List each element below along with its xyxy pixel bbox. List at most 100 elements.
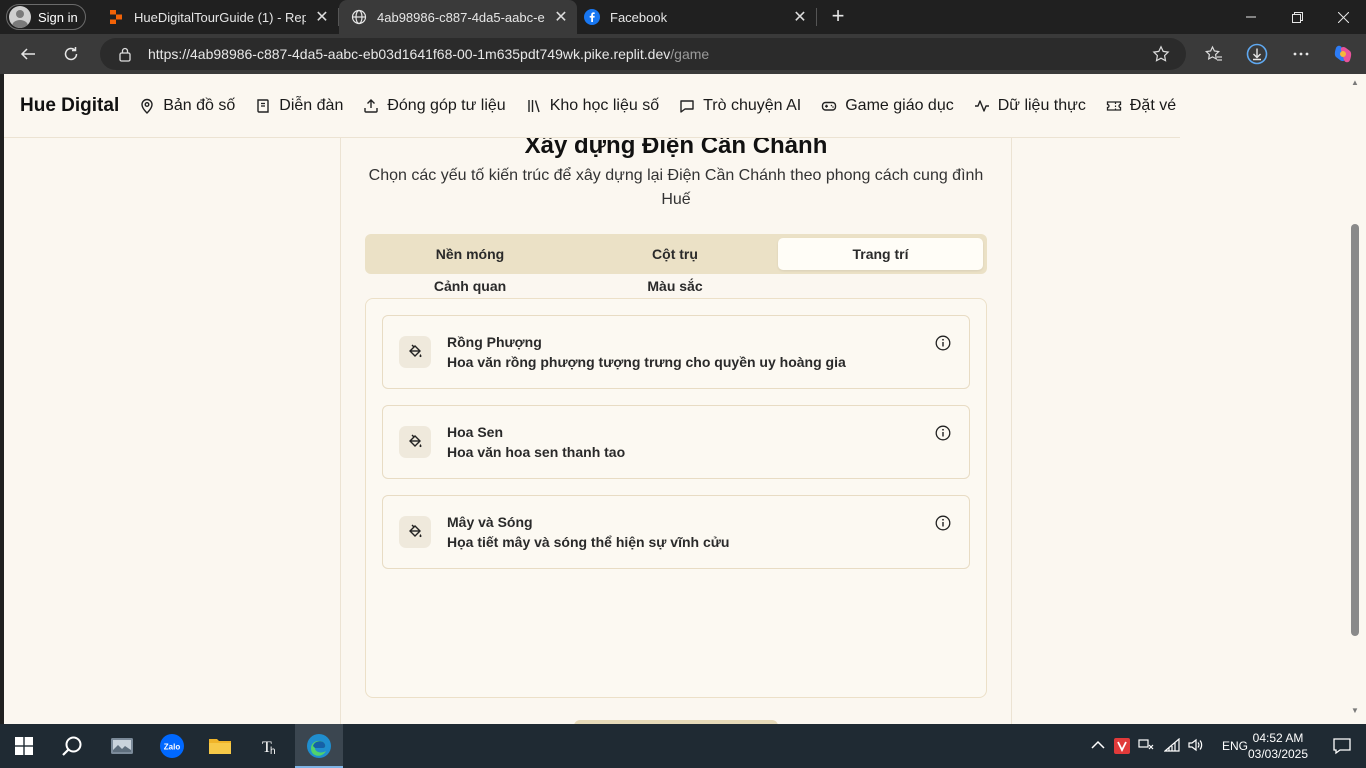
file-explorer-icon[interactable]	[196, 724, 244, 768]
new-tab-icon[interactable]: +	[826, 5, 850, 29]
clock-date: 03/03/2025	[1247, 747, 1309, 761]
close-window-icon[interactable]	[1320, 0, 1366, 34]
gamepad-icon	[822, 101, 837, 111]
svg-text:h: h	[270, 746, 276, 757]
minimize-icon[interactable]	[1228, 0, 1274, 34]
tab-divider	[816, 8, 817, 26]
clock-time: 04:52 AM	[1252, 731, 1304, 745]
close-tab-icon[interactable]: ✕	[792, 9, 808, 26]
lock-icon[interactable]	[117, 46, 133, 62]
tab-title: HueDigitalTourGuide (1) - Replit	[134, 9, 306, 25]
search-icon[interactable]	[48, 724, 96, 768]
nav-label: Dữ liệu thực	[997, 96, 1086, 114]
brand-logo[interactable]: Hue Digital	[20, 95, 119, 117]
tab-title: 4ab98986-c887-4da5-aabc-eb03d	[377, 9, 545, 25]
tab-columns[interactable]: Cột trụ	[573, 238, 777, 270]
paint-bucket-icon	[399, 336, 431, 368]
paint-bucket-icon	[399, 426, 431, 458]
favorite-star-icon[interactable]	[1148, 41, 1174, 67]
favorites-icon[interactable]	[1201, 41, 1227, 67]
game-description: Chọn các yếu tố kiến trúc để xây dựng lạ…	[368, 167, 984, 208]
category-tabs: Nền móng Cột trụ Trang trí	[365, 234, 987, 274]
info-icon[interactable]	[935, 515, 951, 531]
profile-avatar-icon	[9, 6, 31, 28]
option-hoa-sen[interactable]: Hoa Sen Hoa văn hoa sen thanh tao	[382, 405, 970, 479]
option-name: Rồng Phượng	[447, 334, 542, 350]
restore-icon[interactable]	[1274, 0, 1320, 34]
map-pin-icon	[141, 98, 153, 114]
option-name: Mây và Sóng	[447, 514, 533, 530]
library-icon	[527, 99, 540, 112]
option-description: Hoa văn rồng phượng tượng trưng cho quyề…	[447, 354, 846, 370]
tab-game[interactable]: 4ab98986-c887-4da5-aabc-eb03d ✕	[339, 0, 577, 34]
tab-foundation[interactable]: Nền móng	[369, 238, 571, 270]
tab-facebook[interactable]: Facebook ✕	[578, 0, 814, 34]
volume-icon[interactable]	[1188, 738, 1204, 755]
close-tab-icon[interactable]: ✕	[314, 9, 330, 26]
nav-item-ai-chat[interactable]: Trò chuyện AI	[679, 97, 801, 115]
tab-title: Facebook	[610, 9, 668, 25]
vietkey-icon[interactable]	[1114, 738, 1130, 754]
text-app-icon[interactable]: Th	[246, 724, 294, 768]
browser-tab-strip: Sign in HueDigitalTourGuide (1) - Replit…	[0, 0, 1366, 34]
option-rong-phuong[interactable]: Rồng Phượng Hoa văn rồng phượng tượng tr…	[382, 315, 970, 389]
nav-label: Kho học liệu số	[549, 96, 660, 114]
nav-item-live-data[interactable]: Dữ liệu thực	[974, 97, 1086, 115]
app-photos-icon[interactable]	[98, 724, 146, 768]
activity-icon	[974, 99, 989, 112]
zalo-icon[interactable]: Zalo	[148, 724, 196, 768]
ticket-icon	[1106, 100, 1122, 111]
windows-start-icon[interactable]	[0, 724, 48, 768]
refresh-icon[interactable]	[58, 41, 84, 67]
info-icon[interactable]	[935, 425, 951, 441]
nav-label: Diễn đàn	[279, 96, 344, 114]
copilot-icon[interactable]	[1330, 41, 1356, 67]
tab-decoration[interactable]: Trang trí	[778, 238, 983, 270]
info-icon[interactable]	[935, 335, 951, 351]
nav-item-forum[interactable]: Diễn đàn	[255, 97, 343, 115]
scrollbar-thumb[interactable]	[1351, 224, 1359, 636]
nav-item-tickets[interactable]: Đặt vé	[1106, 97, 1176, 115]
upload-icon	[364, 98, 379, 113]
paint-bucket-icon	[399, 516, 431, 548]
scroll-down-icon[interactable]: ▼	[1350, 706, 1360, 716]
globe-icon	[351, 9, 367, 25]
tab-replit[interactable]: HueDigitalTourGuide (1) - Replit ✕	[96, 0, 338, 34]
nav-item-games[interactable]: Game giáo dục	[821, 97, 954, 115]
nav-label: Đóng góp tư liệu	[387, 96, 506, 114]
replit-icon	[108, 9, 124, 25]
back-icon[interactable]	[15, 41, 41, 67]
more-menu-icon[interactable]	[1288, 41, 1314, 67]
taskbar-clock[interactable]: 04:52 AM 03/03/2025	[1244, 730, 1312, 762]
nav-item-contribute[interactable]: Đóng góp tư liệu	[363, 96, 506, 115]
option-name: Hoa Sen	[447, 424, 504, 440]
downloads-icon[interactable]	[1244, 41, 1270, 67]
chat-icon	[680, 99, 694, 113]
wifi-icon[interactable]	[1163, 737, 1180, 755]
nav-item-library[interactable]: Kho học liệu số	[526, 97, 659, 115]
nav-item-map[interactable]: Bản đồ số	[139, 97, 235, 115]
network-settings-icon[interactable]	[1138, 737, 1154, 756]
chevron-up-icon[interactable]	[1090, 739, 1106, 753]
svg-text:Zalo: Zalo	[164, 743, 181, 752]
facebook-icon	[584, 9, 600, 25]
address-bar[interactable]: https://4ab98986-c887-4da5-aabc-eb03d164…	[100, 38, 1186, 70]
browser-toolbar: https://4ab98986-c887-4da5-aabc-eb03d164…	[0, 34, 1366, 74]
nav-label: Đặt vé	[1129, 96, 1177, 114]
edge-browser-icon[interactable]	[295, 724, 343, 768]
windows-taskbar: Zalo Th ENG 04:52 AM 03/03/2025	[0, 724, 1366, 768]
option-description: Hoa văn hoa sen thanh tao	[447, 444, 626, 460]
close-tab-icon[interactable]: ✕	[553, 9, 569, 26]
site-header: Hue Digital Bản đồ số Diễn đàn Đóng góp …	[4, 74, 1180, 138]
sign-in-label: Sign in	[38, 9, 78, 25]
nav-label: Bản đồ số	[163, 96, 236, 114]
option-description: Họa tiết mây và sóng thể hiện sự vĩnh cử…	[447, 534, 730, 550]
url-text: https://4ab98986-c887-4da5-aabc-eb03d164…	[148, 46, 710, 62]
notifications-icon[interactable]	[1318, 724, 1366, 768]
option-may-va-song[interactable]: Mây và Sóng Họa tiết mây và sóng thể hiệ…	[382, 495, 970, 569]
sign-in-button[interactable]: Sign in	[6, 4, 86, 30]
main-nav: Bản đồ số Diễn đàn Đóng góp tư liệu Kho …	[139, 97, 1176, 115]
system-tray: ENG	[1090, 724, 1248, 768]
scroll-up-icon[interactable]: ▲	[1350, 78, 1360, 88]
book-icon	[257, 98, 269, 113]
